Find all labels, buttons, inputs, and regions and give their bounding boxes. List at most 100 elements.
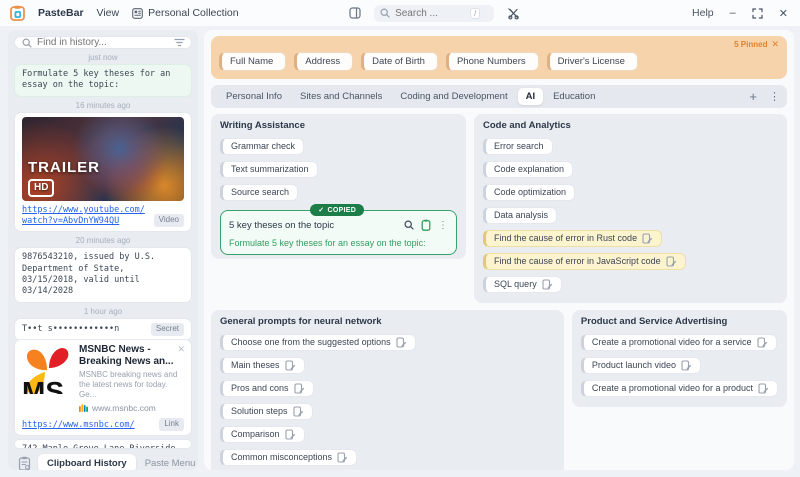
pinned-item[interactable]: Date of Birth xyxy=(361,52,438,71)
board-item[interactable]: Create a promotional video for a service xyxy=(580,334,777,351)
board-item[interactable]: Create a promotional video for a product xyxy=(580,380,778,397)
check-icon: ✓ xyxy=(318,207,325,214)
copied-badge: ✓ COPIED xyxy=(310,204,365,216)
collection-tab[interactable]: Sites and Channels xyxy=(292,88,390,105)
board-item[interactable]: Find the cause of error in Rust code xyxy=(483,230,663,247)
history-item-link[interactable]: ✕ MS MSNBC News - Breaking News an... MS… xyxy=(15,339,191,435)
unpin-all-icon[interactable]: ✕ xyxy=(771,39,779,50)
copy-item-icon[interactable] xyxy=(421,219,431,231)
history-item-video[interactable]: TRAILER HD https://www.youtube.com/watch… xyxy=(15,112,191,232)
template-icon xyxy=(681,360,692,371)
board-item[interactable]: Comparison xyxy=(220,426,305,443)
board-item[interactable]: Product launch video xyxy=(580,357,701,374)
history-item-prompt[interactable]: Formulate 5 key theses for an essay on t… xyxy=(15,65,191,96)
board-item[interactable]: Source search xyxy=(220,184,299,201)
board-item[interactable]: Data analysis xyxy=(483,207,558,224)
find-in-history[interactable] xyxy=(15,37,191,48)
board-item-label: Create a promotional video for a product xyxy=(591,383,753,393)
board-item-label: Code optimization xyxy=(494,187,567,197)
svg-text:MS: MS xyxy=(22,376,64,394)
capture-disabled-icon[interactable] xyxy=(507,7,520,20)
board-item-label: Create a promotional video for a service xyxy=(591,337,752,347)
link-preview: ✕ MS MSNBC News - Breaking News an... MS… xyxy=(22,343,185,414)
close-icon[interactable]: ✕ xyxy=(177,343,185,355)
template-icon xyxy=(284,360,296,371)
history-item-address[interactable]: 742 Maple Grove Lane Riverside, CA 92501 xyxy=(15,439,191,448)
site-favicon xyxy=(79,404,88,413)
video-url-link[interactable]: https://www.youtube.com/watch?v=AbvDnYW9… xyxy=(22,205,150,227)
pinned-item[interactable]: Address xyxy=(294,52,354,71)
template-icon xyxy=(284,429,296,440)
secret-masked-text: T••t s••••••••••••n xyxy=(22,323,120,334)
find-input[interactable] xyxy=(37,37,169,48)
menu-view[interactable]: View xyxy=(97,7,120,19)
search-icon xyxy=(380,8,390,18)
board-item-label: Source search xyxy=(231,187,290,197)
board-title: Code and Analytics xyxy=(483,120,571,131)
board-product-advertising: Product and Service Advertising Create a… xyxy=(571,310,787,407)
minimize-button[interactable]: – xyxy=(730,7,736,19)
collection-icon xyxy=(132,7,143,19)
collection-tab[interactable]: Education xyxy=(545,88,603,105)
board-item[interactable]: Pros and cons xyxy=(220,380,314,397)
search-input[interactable] xyxy=(395,7,466,19)
template-icon xyxy=(292,406,304,417)
collection-tab[interactable]: Coding and Development xyxy=(392,88,515,105)
board-item-label: Data analysis xyxy=(494,210,549,220)
template-icon xyxy=(542,279,553,290)
board-item[interactable]: SQL query xyxy=(483,276,562,293)
sidebar-footer: Clipboard History Paste Menu xyxy=(15,448,195,470)
sidebar-footer-tab[interactable]: Paste Menu xyxy=(136,454,198,470)
clipboard-settings-icon[interactable] xyxy=(15,453,34,470)
board-item[interactable]: Find the cause of error in JavaScript co… xyxy=(483,253,686,270)
tab-menu-button[interactable]: ⋮ xyxy=(769,90,780,103)
preview-title: MSNBC News - Breaking News an... xyxy=(79,343,174,367)
pinned-item[interactable]: Phone Numbers xyxy=(445,52,539,71)
filter-icon[interactable] xyxy=(174,38,185,47)
sidebar-footer-tab[interactable]: Clipboard History xyxy=(38,453,136,470)
fullscreen-button[interactable] xyxy=(752,7,763,19)
collection-selector[interactable]: Personal Collection xyxy=(132,7,239,19)
history-item-secret[interactable]: T••t s••••••••••••n Secret xyxy=(15,318,191,340)
collection-tab[interactable]: Personal Info xyxy=(218,88,290,105)
link-url[interactable]: https://www.msnbc.com/ xyxy=(22,420,155,431)
board-item[interactable]: Grammar check xyxy=(220,138,305,155)
template-icon xyxy=(293,383,305,394)
board-item-label: Main theses xyxy=(231,360,280,370)
item-menu-icon[interactable]: ⋮ xyxy=(438,220,448,231)
board-item[interactable]: Code explanation xyxy=(483,161,574,178)
search-item-icon[interactable] xyxy=(404,220,414,230)
pastebar-logo-icon xyxy=(10,5,25,21)
board-items: Grammar check Text summarization Source … xyxy=(220,138,457,201)
collection-tab[interactable]: AI xyxy=(517,88,544,105)
video-thumbnail: TRAILER HD xyxy=(22,116,184,201)
help-button[interactable]: Help xyxy=(692,7,714,19)
template-icon xyxy=(756,337,768,348)
split-panel-icon[interactable] xyxy=(349,7,361,19)
pinned-item[interactable]: Driver's License xyxy=(546,52,638,71)
sidebar-tabs: Clipboard History Paste Menu xyxy=(38,453,198,470)
time-divider: just now xyxy=(88,53,118,62)
collection-panel: 5 Pinned ✕ Full Name Address Date of Birth… xyxy=(204,30,794,470)
collection-tab-bar: Personal Info Sites and Channels Coding an… xyxy=(211,85,787,108)
board-item[interactable]: Error search xyxy=(483,138,553,155)
board-item[interactable]: Main theses xyxy=(220,357,305,374)
board-items: Choose one from the suggested options Ma… xyxy=(220,334,555,466)
add-tab-button[interactable]: + xyxy=(749,90,757,103)
board-item[interactable]: Common misconceptions xyxy=(220,449,358,466)
copied-clip-card[interactable]: ✓ COPIED 5 key theses on the topic ⋮ For… xyxy=(220,204,457,255)
global-search[interactable]: / xyxy=(374,4,495,22)
time-divider: 20 minutes ago xyxy=(75,236,131,246)
board-item[interactable]: Choose one from the suggested options xyxy=(220,334,416,351)
pinned-item[interactable]: Full Name xyxy=(219,52,287,71)
board-item-label: Code explanation xyxy=(494,164,565,174)
board-item[interactable]: Text summarization xyxy=(220,161,318,178)
preview-description: MSNBC breaking news and the latest news … xyxy=(79,369,178,399)
board-item-label: Choose one from the suggested options xyxy=(231,337,391,347)
board-item[interactable]: Code optimization xyxy=(483,184,576,201)
board-item[interactable]: Solution steps xyxy=(220,403,313,420)
titlebar: PasteBar View Personal Collection / Help… xyxy=(0,0,800,26)
pinned-items: Full Name Address Date of Birth Phone Numbe… xyxy=(219,52,779,71)
close-button[interactable]: ✕ xyxy=(779,7,788,20)
history-item-passport[interactable]: 9876543210, issued by U.S. Department of… xyxy=(15,248,191,302)
